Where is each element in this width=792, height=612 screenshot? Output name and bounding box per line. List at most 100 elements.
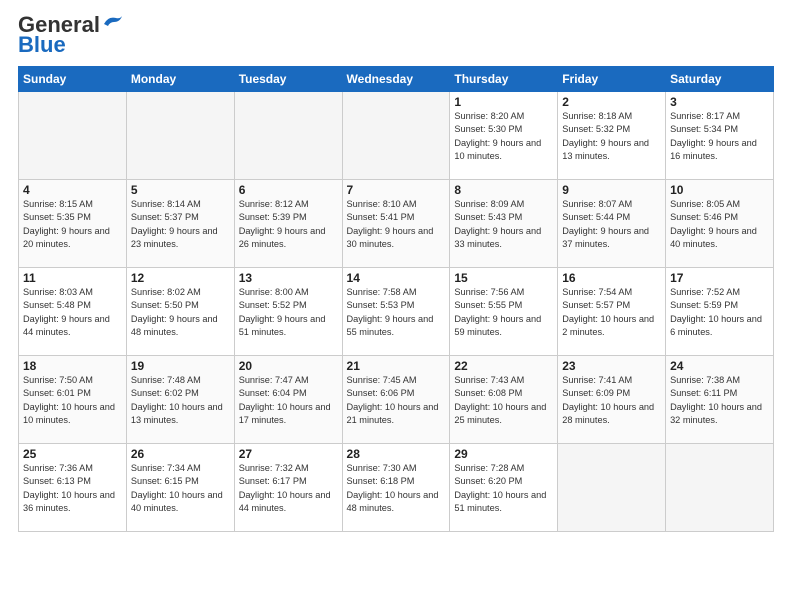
day-number: 26 (131, 447, 230, 461)
day-number: 12 (131, 271, 230, 285)
day-number: 27 (239, 447, 338, 461)
day-info: Sunrise: 8:10 AMSunset: 5:41 PMDaylight:… (347, 198, 446, 251)
day-info: Sunrise: 8:02 AMSunset: 5:50 PMDaylight:… (131, 286, 230, 339)
day-header-tuesday: Tuesday (234, 67, 342, 92)
day-info: Sunrise: 7:38 AMSunset: 6:11 PMDaylight:… (670, 374, 769, 427)
day-number: 7 (347, 183, 446, 197)
day-number: 2 (562, 95, 661, 109)
day-number: 6 (239, 183, 338, 197)
day-info: Sunrise: 7:48 AMSunset: 6:02 PMDaylight:… (131, 374, 230, 427)
calendar-cell: 3Sunrise: 8:17 AMSunset: 5:34 PMDaylight… (666, 92, 774, 180)
day-number: 21 (347, 359, 446, 373)
day-header-wednesday: Wednesday (342, 67, 450, 92)
day-info: Sunrise: 7:58 AMSunset: 5:53 PMDaylight:… (347, 286, 446, 339)
calendar-cell: 9Sunrise: 8:07 AMSunset: 5:44 PMDaylight… (558, 180, 666, 268)
calendar-cell: 22Sunrise: 7:43 AMSunset: 6:08 PMDayligh… (450, 356, 558, 444)
calendar-cell: 25Sunrise: 7:36 AMSunset: 6:13 PMDayligh… (19, 444, 127, 532)
calendar-week-5: 25Sunrise: 7:36 AMSunset: 6:13 PMDayligh… (19, 444, 774, 532)
day-number: 10 (670, 183, 769, 197)
calendar-cell: 2Sunrise: 8:18 AMSunset: 5:32 PMDaylight… (558, 92, 666, 180)
day-info: Sunrise: 8:05 AMSunset: 5:46 PMDaylight:… (670, 198, 769, 251)
day-info: Sunrise: 8:12 AMSunset: 5:39 PMDaylight:… (239, 198, 338, 251)
day-info: Sunrise: 7:56 AMSunset: 5:55 PMDaylight:… (454, 286, 553, 339)
day-info: Sunrise: 8:15 AMSunset: 5:35 PMDaylight:… (23, 198, 122, 251)
header: General Blue (18, 12, 774, 58)
calendar-cell: 11Sunrise: 8:03 AMSunset: 5:48 PMDayligh… (19, 268, 127, 356)
day-number: 18 (23, 359, 122, 373)
calendar-cell (558, 444, 666, 532)
day-info: Sunrise: 8:14 AMSunset: 5:37 PMDaylight:… (131, 198, 230, 251)
day-info: Sunrise: 7:28 AMSunset: 6:20 PMDaylight:… (454, 462, 553, 515)
day-info: Sunrise: 8:20 AMSunset: 5:30 PMDaylight:… (454, 110, 553, 163)
day-info: Sunrise: 7:36 AMSunset: 6:13 PMDaylight:… (23, 462, 122, 515)
day-info: Sunrise: 7:30 AMSunset: 6:18 PMDaylight:… (347, 462, 446, 515)
day-number: 9 (562, 183, 661, 197)
calendar-cell: 19Sunrise: 7:48 AMSunset: 6:02 PMDayligh… (126, 356, 234, 444)
day-header-saturday: Saturday (666, 67, 774, 92)
day-number: 14 (347, 271, 446, 285)
day-info: Sunrise: 8:17 AMSunset: 5:34 PMDaylight:… (670, 110, 769, 163)
day-info: Sunrise: 8:18 AMSunset: 5:32 PMDaylight:… (562, 110, 661, 163)
calendar-cell: 5Sunrise: 8:14 AMSunset: 5:37 PMDaylight… (126, 180, 234, 268)
calendar-cell: 26Sunrise: 7:34 AMSunset: 6:15 PMDayligh… (126, 444, 234, 532)
day-info: Sunrise: 7:41 AMSunset: 6:09 PMDaylight:… (562, 374, 661, 427)
day-number: 13 (239, 271, 338, 285)
calendar-cell: 1Sunrise: 8:20 AMSunset: 5:30 PMDaylight… (450, 92, 558, 180)
calendar-cell: 17Sunrise: 7:52 AMSunset: 5:59 PMDayligh… (666, 268, 774, 356)
day-number: 20 (239, 359, 338, 373)
calendar-cell: 23Sunrise: 7:41 AMSunset: 6:09 PMDayligh… (558, 356, 666, 444)
day-number: 24 (670, 359, 769, 373)
calendar-week-2: 4Sunrise: 8:15 AMSunset: 5:35 PMDaylight… (19, 180, 774, 268)
day-info: Sunrise: 7:45 AMSunset: 6:06 PMDaylight:… (347, 374, 446, 427)
calendar-cell: 28Sunrise: 7:30 AMSunset: 6:18 PMDayligh… (342, 444, 450, 532)
day-number: 8 (454, 183, 553, 197)
day-number: 5 (131, 183, 230, 197)
day-info: Sunrise: 7:52 AMSunset: 5:59 PMDaylight:… (670, 286, 769, 339)
day-number: 11 (23, 271, 122, 285)
calendar-cell: 20Sunrise: 7:47 AMSunset: 6:04 PMDayligh… (234, 356, 342, 444)
calendar-page: General Blue SundayMondayTuesdayWednesda… (0, 0, 792, 542)
day-info: Sunrise: 8:09 AMSunset: 5:43 PMDaylight:… (454, 198, 553, 251)
calendar-cell: 4Sunrise: 8:15 AMSunset: 5:35 PMDaylight… (19, 180, 127, 268)
day-number: 16 (562, 271, 661, 285)
calendar-cell: 21Sunrise: 7:45 AMSunset: 6:06 PMDayligh… (342, 356, 450, 444)
calendar-cell: 7Sunrise: 8:10 AMSunset: 5:41 PMDaylight… (342, 180, 450, 268)
calendar-cell: 13Sunrise: 8:00 AMSunset: 5:52 PMDayligh… (234, 268, 342, 356)
day-number: 22 (454, 359, 553, 373)
calendar-week-4: 18Sunrise: 7:50 AMSunset: 6:01 PMDayligh… (19, 356, 774, 444)
day-info: Sunrise: 7:47 AMSunset: 6:04 PMDaylight:… (239, 374, 338, 427)
day-info: Sunrise: 7:43 AMSunset: 6:08 PMDaylight:… (454, 374, 553, 427)
calendar-cell (19, 92, 127, 180)
day-number: 3 (670, 95, 769, 109)
calendar-cell: 14Sunrise: 7:58 AMSunset: 5:53 PMDayligh… (342, 268, 450, 356)
day-header-thursday: Thursday (450, 67, 558, 92)
day-info: Sunrise: 8:03 AMSunset: 5:48 PMDaylight:… (23, 286, 122, 339)
day-info: Sunrise: 7:32 AMSunset: 6:17 PMDaylight:… (239, 462, 338, 515)
day-header-friday: Friday (558, 67, 666, 92)
day-info: Sunrise: 7:34 AMSunset: 6:15 PMDaylight:… (131, 462, 230, 515)
day-number: 1 (454, 95, 553, 109)
calendar-cell: 15Sunrise: 7:56 AMSunset: 5:55 PMDayligh… (450, 268, 558, 356)
calendar-cell: 8Sunrise: 8:09 AMSunset: 5:43 PMDaylight… (450, 180, 558, 268)
calendar-cell: 29Sunrise: 7:28 AMSunset: 6:20 PMDayligh… (450, 444, 558, 532)
day-number: 29 (454, 447, 553, 461)
day-header-sunday: Sunday (19, 67, 127, 92)
day-number: 17 (670, 271, 769, 285)
calendar-week-3: 11Sunrise: 8:03 AMSunset: 5:48 PMDayligh… (19, 268, 774, 356)
calendar-cell: 24Sunrise: 7:38 AMSunset: 6:11 PMDayligh… (666, 356, 774, 444)
calendar-cell: 10Sunrise: 8:05 AMSunset: 5:46 PMDayligh… (666, 180, 774, 268)
calendar-header-row: SundayMondayTuesdayWednesdayThursdayFrid… (19, 67, 774, 92)
day-number: 23 (562, 359, 661, 373)
calendar-cell: 27Sunrise: 7:32 AMSunset: 6:17 PMDayligh… (234, 444, 342, 532)
day-header-monday: Monday (126, 67, 234, 92)
calendar-cell: 6Sunrise: 8:12 AMSunset: 5:39 PMDaylight… (234, 180, 342, 268)
day-info: Sunrise: 7:50 AMSunset: 6:01 PMDaylight:… (23, 374, 122, 427)
calendar-cell (666, 444, 774, 532)
calendar-cell: 12Sunrise: 8:02 AMSunset: 5:50 PMDayligh… (126, 268, 234, 356)
day-number: 28 (347, 447, 446, 461)
calendar-cell (234, 92, 342, 180)
calendar-table: SundayMondayTuesdayWednesdayThursdayFrid… (18, 66, 774, 532)
day-number: 4 (23, 183, 122, 197)
day-number: 15 (454, 271, 553, 285)
day-info: Sunrise: 7:54 AMSunset: 5:57 PMDaylight:… (562, 286, 661, 339)
